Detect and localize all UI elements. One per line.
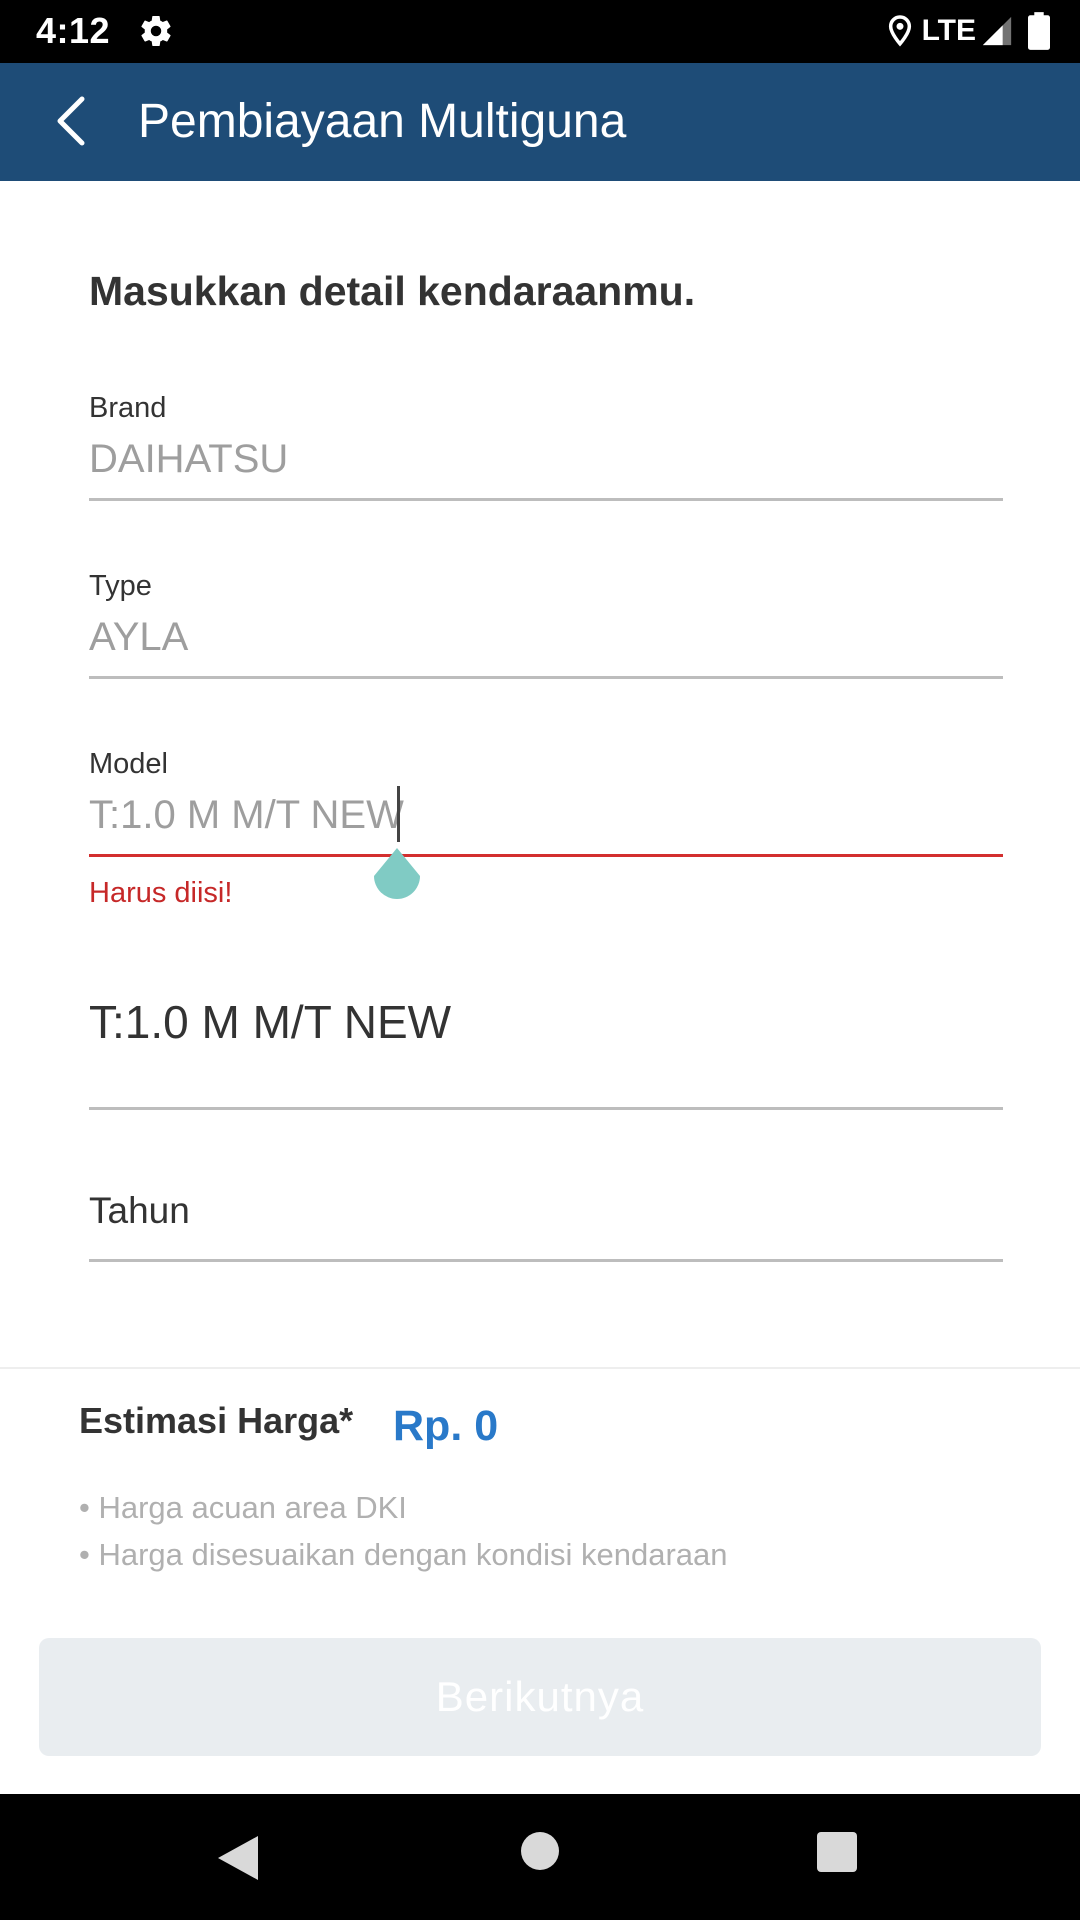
nav-back-icon[interactable] (214, 1832, 262, 1884)
next-button[interactable]: Berikutnya (39, 1638, 1041, 1756)
model-suggestion[interactable]: T:1.0 M M/T NEW (89, 995, 451, 1049)
type-label: Type (89, 570, 152, 602)
system-nav-bar (0, 1794, 1080, 1920)
network-type: LTE (921, 14, 976, 47)
model-suggestion-underline (89, 1107, 1003, 1110)
back-button[interactable] (36, 88, 102, 154)
form-heading: Masukkan detail kendaraanmu. (89, 268, 696, 314)
section-divider (0, 1367, 1080, 1369)
status-time: 4:12 (36, 10, 111, 51)
estimate-note-2: • Harga disesuaikan dengan kondisi kenda… (79, 1537, 728, 1572)
model-underline (89, 854, 1003, 857)
brand-field[interactable]: DAIHATSU (89, 437, 288, 482)
tahun-underline (89, 1259, 1003, 1262)
nav-recents-icon[interactable] (817, 1832, 857, 1872)
location-icon (888, 15, 911, 47)
status-bar: 4:12 LTE (0, 0, 1080, 63)
nav-home-icon[interactable] (521, 1832, 559, 1870)
brand-label: Brand (89, 392, 167, 424)
page-title: Pembiayaan Multiguna (138, 95, 627, 148)
model-error-text: Harus diisi! (89, 877, 233, 909)
gear-icon (141, 16, 171, 47)
battery-icon (1028, 12, 1050, 50)
text-selection-handle[interactable] (370, 846, 424, 908)
brand-underline (89, 498, 1003, 501)
signal-icon (982, 16, 1012, 46)
type-field[interactable]: AYLA (89, 615, 188, 660)
chevron-left-icon (57, 96, 85, 146)
model-label: Model (89, 748, 168, 780)
tahun-field[interactable]: Tahun (89, 1190, 190, 1232)
text-cursor (397, 786, 400, 842)
app-bar: Pembiayaan Multiguna (0, 63, 1080, 181)
estimate-label: Estimasi Harga* (79, 1400, 354, 1441)
model-input[interactable]: T:1.0 M M/T NEW (89, 793, 404, 838)
estimate-note-1: • Harga acuan area DKI (79, 1490, 407, 1525)
status-icons: LTE (886, 10, 1050, 52)
estimate-value: Rp. 0 (393, 1402, 499, 1450)
type-underline (89, 676, 1003, 679)
